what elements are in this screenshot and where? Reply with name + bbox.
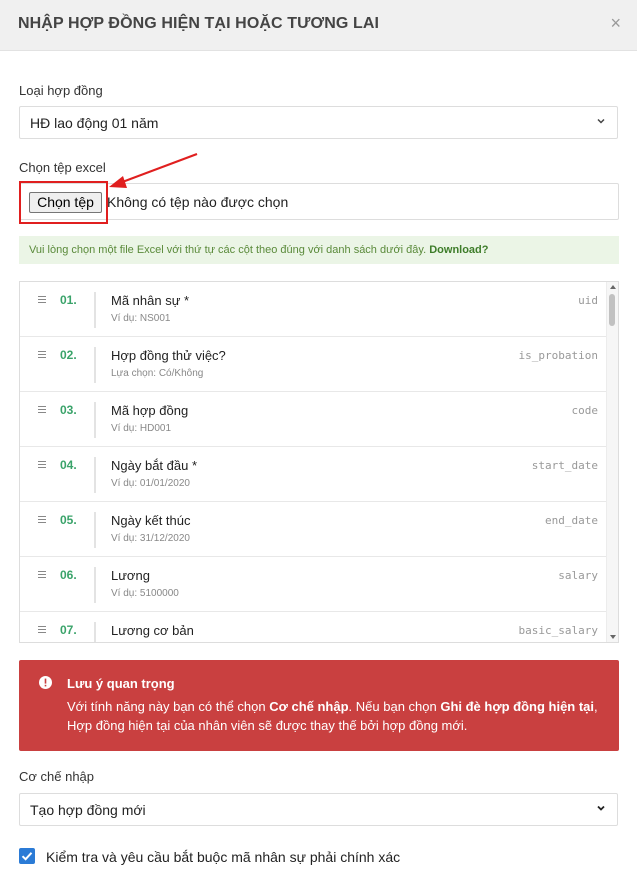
warning-text-bold: Ghi đè hợp đồng hiện tại	[440, 699, 595, 714]
file-status: Không có tệp nào được chọn	[107, 194, 289, 210]
close-icon[interactable]: ×	[610, 13, 621, 33]
row-number: 02.	[60, 348, 77, 362]
row-divider	[94, 567, 96, 603]
column-hint: Lựa chọn: Có/Không	[111, 368, 204, 379]
column-key: is_probation	[518, 349, 598, 362]
column-list: 01. Mã nhân sự * Ví dụ: NS001 uid 02. Hợ…	[19, 281, 619, 643]
list-item[interactable]: 07. Lương cơ bản basic_salary	[20, 612, 608, 642]
column-hint: Ví dụ: 01/01/2020	[111, 478, 190, 489]
drag-handle-icon[interactable]	[38, 516, 46, 525]
row-number: 01.	[60, 293, 77, 307]
column-name: Hợp đồng thử việc?	[111, 348, 226, 363]
import-mode-label: Cơ chế nhập	[19, 769, 95, 784]
column-key: end_date	[545, 514, 598, 527]
validate-checkbox[interactable]	[19, 848, 35, 864]
column-hint: Ví dụ: 31/12/2020	[111, 533, 190, 544]
column-key: basic_salary	[518, 624, 598, 637]
download-link[interactable]: Download?	[429, 244, 488, 256]
row-number: 04.	[60, 458, 77, 472]
row-number: 07.	[60, 623, 77, 637]
column-key: uid	[578, 294, 598, 307]
chevron-down-icon	[597, 805, 605, 811]
import-mode-select[interactable]: Tạo hợp đồng mới	[19, 793, 618, 826]
row-divider	[94, 292, 96, 328]
list-item[interactable]: 02. Hợp đồng thử việc? Lựa chọn: Có/Khôn…	[20, 337, 608, 392]
list-scrollbar[interactable]	[606, 282, 618, 642]
list-item[interactable]: 04. Ngày bắt đầu * Ví dụ: 01/01/2020 sta…	[20, 447, 608, 502]
column-name: Mã nhân sự *	[111, 293, 190, 308]
arrow-annotation-icon	[109, 152, 198, 188]
row-divider	[94, 457, 96, 493]
drag-handle-icon[interactable]	[38, 571, 46, 580]
column-key: start_date	[531, 459, 598, 472]
info-text: Vui lòng chọn một file Excel với thứ tự …	[29, 244, 430, 256]
contract-type-label: Loại hợp đồng	[19, 83, 103, 98]
exclamation-circle-icon	[39, 676, 52, 689]
column-name: Ngày bắt đầu *	[111, 458, 198, 473]
row-divider	[94, 622, 96, 642]
column-name: Mã hợp đồng	[111, 403, 189, 418]
column-hint: Ví dụ: 5100000	[111, 588, 179, 599]
list-item[interactable]: 06. Lương Ví dụ: 5100000 salary	[20, 557, 608, 612]
modal-title: NHẬP HỢP ĐỒNG HIỆN TẠI HOẶC TƯƠNG LAI	[18, 15, 380, 32]
highlight-box	[19, 181, 108, 224]
check-icon	[21, 852, 33, 861]
row-number: 03.	[60, 403, 77, 417]
drag-handle-icon[interactable]	[38, 626, 46, 635]
row-number: 05.	[60, 513, 77, 527]
drag-handle-icon[interactable]	[38, 461, 46, 470]
list-item[interactable]: 03. Mã hợp đồng Ví dụ: HD001 code	[20, 392, 608, 447]
scroll-down-icon[interactable]	[610, 635, 616, 639]
import-contract-modal: NHẬP HỢP ĐỒNG HIỆN TẠI HOẶC TƯƠNG LAI × …	[0, 0, 637, 877]
scroll-thumb[interactable]	[609, 294, 615, 326]
list-item[interactable]: 05. Ngày kết thúc Ví dụ: 31/12/2020 end_…	[20, 502, 608, 557]
row-divider	[94, 402, 96, 438]
info-alert: Vui lòng chọn một file Excel với thứ tự …	[19, 236, 619, 264]
row-number: 06.	[60, 568, 77, 582]
column-key: salary	[558, 569, 598, 582]
column-name: Lương	[111, 568, 150, 583]
row-divider	[94, 512, 96, 548]
warning-alert: Lưu ý quan trọng Với tính năng này bạn c…	[19, 660, 619, 751]
contract-type-select[interactable]: HĐ lao động 01 năm	[19, 106, 618, 139]
warning-text-bold: Cơ chế nhập	[269, 699, 349, 714]
validate-label: Kiểm tra và yêu cầu bắt buộc mã nhân sự …	[46, 849, 401, 865]
warning-text-part: . Nếu bạn chọn	[348, 699, 441, 714]
drag-handle-icon[interactable]	[38, 406, 46, 415]
import-mode-value: Tạo hợp đồng mới	[30, 802, 146, 818]
chevron-down-icon	[597, 118, 605, 124]
warning-title: Lưu ý quan trọng	[67, 676, 175, 691]
warning-text-part: Với tính năng này bạn có thể chọn	[67, 699, 270, 714]
list-item[interactable]: 01. Mã nhân sự * Ví dụ: NS001 uid	[20, 282, 608, 337]
column-key: code	[571, 404, 599, 417]
file-label: Chọn tệp excel	[19, 160, 106, 175]
column-name: Lương cơ bản	[111, 623, 194, 638]
warning-text: Với tính năng này bạn có thể chọn Cơ chế…	[67, 697, 607, 735]
column-hint: Ví dụ: NS001	[111, 313, 171, 324]
modal-header: NHẬP HỢP ĐỒNG HIỆN TẠI HOẶC TƯƠNG LAI ×	[0, 0, 637, 51]
drag-handle-icon[interactable]	[38, 351, 46, 360]
row-divider	[94, 347, 96, 383]
column-hint: Ví dụ: HD001	[111, 423, 172, 434]
contract-type-value: HĐ lao động 01 năm	[30, 115, 159, 131]
column-name: Ngày kết thúc	[111, 513, 191, 528]
drag-handle-icon[interactable]	[38, 296, 46, 305]
scroll-up-icon[interactable]	[610, 285, 616, 289]
